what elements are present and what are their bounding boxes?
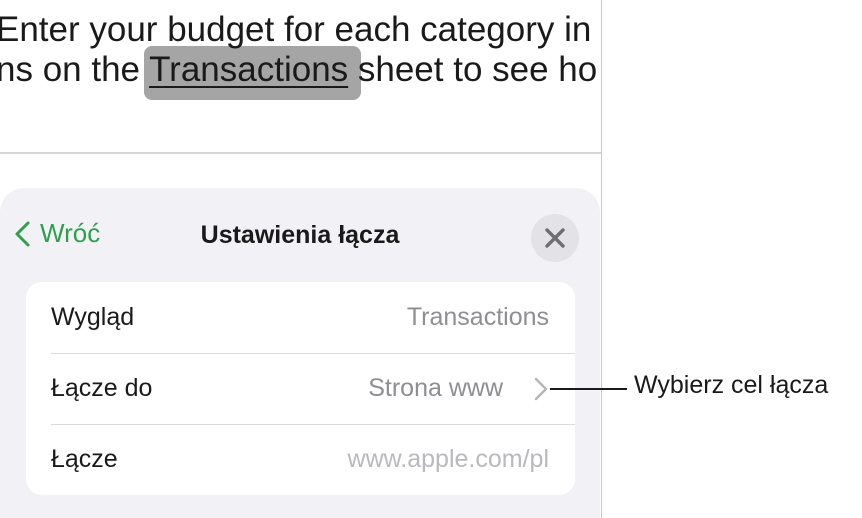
screenshot-stage: Enter your budget for each category in n…: [0, 0, 862, 518]
link-label: Łącze: [51, 445, 118, 473]
document-body-text: Enter your budget for each category in n…: [0, 10, 597, 90]
document-divider: [0, 152, 601, 154]
document-line-2: ns on the Transactions sheet to see ho: [0, 50, 597, 90]
link-settings-sheet: Wróć Ustawienia łącza Wygląd Transaction…: [0, 188, 600, 518]
link-settings-group: Wygląd Transactions Łącze do Strona www …: [26, 282, 575, 495]
display-row[interactable]: Wygląd Transactions: [26, 282, 575, 353]
app-screen: Enter your budget for each category in n…: [0, 0, 602, 518]
display-label: Wygląd: [51, 303, 135, 331]
chevron-right-icon: [534, 377, 548, 400]
sheet-header: Wróć Ustawienia łącza: [0, 188, 600, 288]
callout-leader-line: [550, 388, 627, 390]
transactions-link[interactable]: Transactions: [149, 50, 348, 89]
sheet-title: Ustawienia łącza: [200, 221, 400, 249]
display-value-field[interactable]: Transactions: [407, 303, 549, 332]
close-button[interactable]: [531, 214, 579, 262]
link-row[interactable]: Łącze www.apple.com/pl: [26, 424, 575, 495]
link-to-value: Strona www: [368, 374, 503, 402]
document-line-2-suffix: sheet to see ho: [348, 50, 598, 89]
document-line-2-prefix: ns on the: [0, 50, 150, 89]
callout-label: Wybierz cel łącza: [634, 371, 829, 399]
link-to-label: Łącze do: [51, 374, 153, 402]
document-line-1: Enter your budget for each category in: [0, 10, 592, 49]
link-url-field[interactable]: www.apple.com/pl: [348, 445, 549, 474]
link-to-row[interactable]: Łącze do Strona www: [26, 353, 575, 424]
close-icon: [545, 228, 565, 248]
